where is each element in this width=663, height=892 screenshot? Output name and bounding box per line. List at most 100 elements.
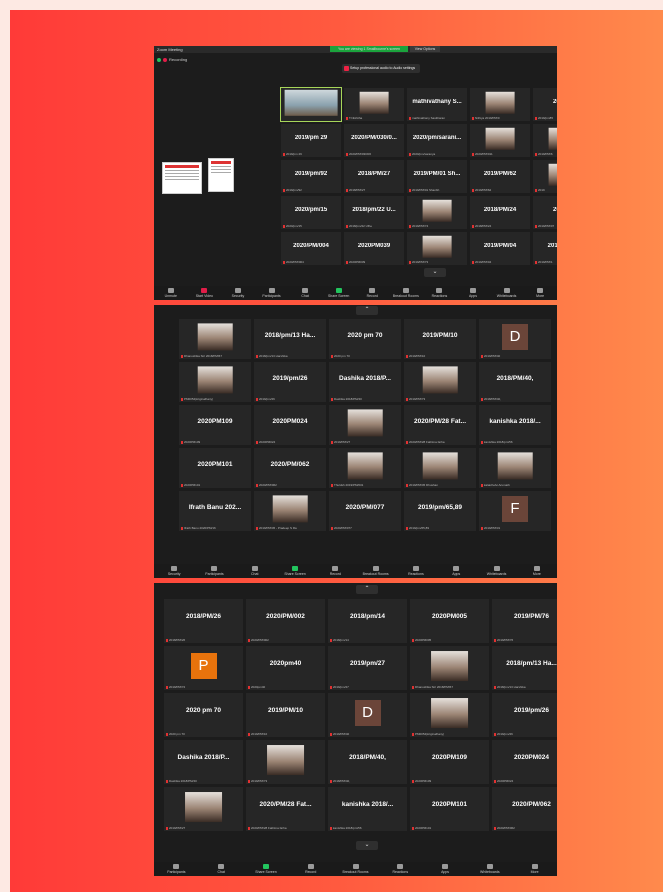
gallery-next-page-button[interactable]: ⌄: [424, 268, 446, 277]
participant-tile[interactable]: 2020 pm 70 2020 pm 70: [164, 693, 243, 737]
participant-tile[interactable]: Ifrath Banu 202... Ifrath Banu 2020/PM/16: [179, 491, 251, 531]
participant-tile[interactable]: 2019/... 2019/pm85: [533, 88, 557, 121]
participant-tile[interactable]: 2019/pm/65,89 2019/pm/65,89: [404, 491, 476, 531]
view-options-button[interactable]: View Options: [410, 46, 440, 52]
participant-tile[interactable]: 2019/pm/26 2019/pm/26: [254, 362, 326, 402]
participant-tile[interactable]: 2018/PM/27 2018/PM/27: [344, 160, 404, 193]
participant-tile[interactable]: PM0054(kriginalhany): [410, 693, 489, 737]
participant-tile[interactable]: 2019/PM/74: [407, 196, 467, 229]
participant-tile[interactable]: 2019/pm 29 2019/pm 29: [281, 124, 341, 157]
audio-notice[interactable]: Setup professional audio to Audio settin…: [342, 64, 420, 73]
toolbar-security-button[interactable]: Security: [154, 566, 194, 576]
toolbar-chat-button[interactable]: Chat: [288, 288, 322, 298]
toolbar-whiteboards-button[interactable]: Whiteboards: [476, 566, 516, 576]
toolbar-unmute-button[interactable]: Unmute: [154, 288, 188, 298]
toolbar-start-video-button[interactable]: Start Video: [188, 288, 222, 298]
toolbar-record-button[interactable]: Record: [315, 566, 355, 576]
participant-tile[interactable]: Dashika 2018/P... Dashika 2018/PM/40: [164, 740, 243, 784]
participant-tile[interactable]: 2018/PM/26 2018/PM/26: [164, 599, 243, 643]
participant-tile[interactable]: Thuldsh 2019/PM/031: [329, 448, 401, 488]
participant-tile[interactable]: 2020/PM/062 2020/PM/062: [254, 448, 326, 488]
participant-tile[interactable]: 2020/PM/062 2020/PM/062: [492, 787, 557, 831]
participant-tile[interactable]: 2018/pm/22 U... 2018/pm/22 Ufhe: [344, 196, 404, 229]
participant-tile[interactable]: kalaichelvi Arumath: [479, 448, 551, 488]
participant-tile[interactable]: 2019/PM/73: [246, 740, 325, 784]
participant-tile[interactable]: kanishka 2018/... kanishka 2018/pm/56: [479, 405, 551, 445]
toolbar-participants-button[interactable]: Participants: [255, 288, 289, 298]
participant-tile[interactable]: 2018/pm/13 Ha... 2018/pm/13 Harshika: [254, 319, 326, 359]
gallery-prev-page-button[interactable]: ⌃: [356, 306, 378, 315]
toolbar-chat-button[interactable]: Chat: [199, 864, 244, 874]
toolbar-breakout-rooms-button[interactable]: Breakout Rooms: [333, 864, 378, 874]
toolbar-reactions-button[interactable]: Reactions: [378, 864, 423, 874]
participant-tile[interactable]: Dhanushika Siri 2018/PM/67: [179, 319, 251, 359]
participant-tile[interactable]: 2019/PM/27: [329, 405, 401, 445]
toolbar-share-screen-button[interactable]: Share Screen: [275, 566, 315, 576]
participant-tile[interactable]: 2019/pm/92 2019/pm/92: [281, 160, 341, 193]
participant-tile[interactable]: F 2019/PM/31: [479, 491, 551, 531]
participant-tile[interactable]: 2020/PM/28 Fat... 2020/PM/28 Fathima farh…: [246, 787, 325, 831]
toolbar-share-screen-button[interactable]: Share Screen: [244, 864, 289, 874]
participant-tile[interactable]: 2019/PM/45 Dhushan: [404, 448, 476, 488]
participant-tile[interactable]: 2019/PM/76 2019/PM/76: [492, 599, 557, 643]
participant-tile[interactable]: 2020PM024 2020PM024: [492, 740, 557, 784]
participant-tile[interactable]: 2019/PM/45 - Pradeep S Ra: [254, 491, 326, 531]
toolbar-breakout-rooms-button[interactable]: Breakout Rooms: [355, 566, 395, 576]
toolbar-whiteboards-button[interactable]: Whiteboards: [467, 864, 512, 874]
participant-tile[interactable]: Nithiya 2019/PM/0: [470, 88, 530, 121]
toolbar-apps-button[interactable]: Apps: [423, 864, 468, 874]
toolbar-record-button[interactable]: Record: [288, 864, 333, 874]
toolbar-chat-button[interactable]: Chat: [235, 566, 275, 576]
toolbar-reactions-button[interactable]: Reactions: [423, 288, 457, 298]
participant-tile[interactable]: P 2019/PM/72: [164, 646, 243, 690]
participant-tile[interactable]: 2020/PM/28 Fat... 2020/PM/28 Fathima farh…: [404, 405, 476, 445]
participant-tile[interactable]: D 2019/PM/40: [328, 693, 407, 737]
participant-tile[interactable]: 2019/PM/01 Sh... 2019/PM/01 Shanbh: [407, 160, 467, 193]
gallery-prev-page-button[interactable]: ⌃: [356, 585, 378, 594]
participant-tile[interactable]: 2020/PM/077 2020/PM/077: [329, 491, 401, 531]
toolbar-participants-button[interactable]: Participants: [154, 864, 199, 874]
participant-tile[interactable]: 2019/pm/26 2019/pm/26: [492, 693, 557, 737]
participant-tile[interactable]: Dashika 2018/P... Dashika 2018/PM/40: [329, 362, 401, 402]
toolbar-reactions-button[interactable]: Reactions: [396, 566, 436, 576]
participant-tile[interactable]: 2020/PM/030/0... 2020/PM/030/06: [344, 124, 404, 157]
participant-tile[interactable]: Dhanushika Siri 2018/PM/67: [410, 646, 489, 690]
participant-tile[interactable]: 2019/PM/10 2019/PM/10: [404, 319, 476, 359]
participant-tile[interactable]: mathivathany S... mathivathany Sasitharan: [407, 88, 467, 121]
toolbar-apps-button[interactable]: Apps: [456, 288, 490, 298]
participant-tile[interactable]: 2020/PM/011: [470, 124, 530, 157]
participant-tile[interactable]: T.Nishitha: [344, 88, 404, 121]
participant-tile[interactable]: 2019/PM/... 2019/PM/1: [533, 232, 557, 265]
participant-tile[interactable]: 2019: [533, 160, 557, 193]
participant-tile[interactable]: 2018/pm/14 2018/pm/14: [328, 599, 407, 643]
participant-tile[interactable]: kanishka 2018/... kanishka 2018/pm/56: [328, 787, 407, 831]
toolbar-security-button[interactable]: Security: [221, 288, 255, 298]
toolbar-breakout-rooms-button[interactable]: Breakout Rooms: [389, 288, 423, 298]
participant-tile[interactable]: 2020 pm 70 2020 pm 70: [329, 319, 401, 359]
toolbar-more-button[interactable]: More: [517, 566, 557, 576]
participant-tile[interactable]: 2018/PM/40, 2018/PM/40,: [328, 740, 407, 784]
participant-tile[interactable]: D 2019/PM/40: [479, 319, 551, 359]
participant-tile[interactable]: 2020PM109 2020PM109: [179, 405, 251, 445]
participant-tile[interactable]: 2020PM005 2020PM005: [410, 599, 489, 643]
participant-tile[interactable]: 2019/PM/6: [533, 124, 557, 157]
participant-tile[interactable]: 2019/PM/27: [164, 787, 243, 831]
toolbar-record-button[interactable]: Record: [355, 288, 389, 298]
toolbar-more-button[interactable]: More: [512, 864, 557, 874]
toolbar-participants-button[interactable]: Participants: [194, 566, 234, 576]
participant-tile[interactable]: 2020PM024 2020PM024: [254, 405, 326, 445]
participant-tile[interactable]: 2020/PM/002 2020/PM/002: [246, 599, 325, 643]
participant-tile[interactable]: 2018/PM/40, 2018/PM/40,: [479, 362, 551, 402]
toolbar-whiteboards-button[interactable]: Whiteboards: [490, 288, 524, 298]
participant-tile[interactable]: 2019/... 2019/PM/07: [533, 196, 557, 229]
participant-tile[interactable]: 2020/pm/15 2020/pm/15: [281, 196, 341, 229]
participant-tile[interactable]: PM0054(kriginalhany): [179, 362, 251, 402]
participant-tile[interactable]: 2020/PM/004 2020/PM/004: [281, 232, 341, 265]
participant-tile[interactable]: 2019/pm/27 2019/pm/27: [328, 646, 407, 690]
participant-tile[interactable]: 2018/PM/24 2018/PM/24: [470, 196, 530, 229]
toolbar-apps-button[interactable]: Apps: [436, 566, 476, 576]
participant-tile[interactable]: 2020pm40 2020pm40: [246, 646, 325, 690]
participant-tile[interactable]: 2020PM109 2020PM109: [410, 740, 489, 784]
participant-tile[interactable]: 2019/PM/10 2019/PM/10: [246, 693, 325, 737]
participant-tile[interactable]: 2019/PM/73: [404, 362, 476, 402]
